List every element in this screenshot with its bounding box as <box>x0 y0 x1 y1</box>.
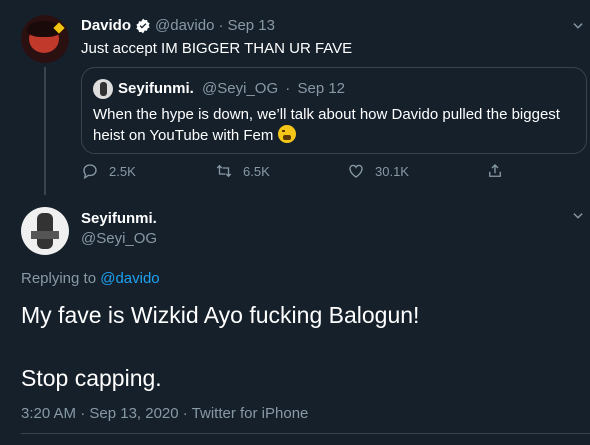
davido-avatar[interactable] <box>21 15 69 63</box>
retweet-count: 6.5K <box>243 163 270 179</box>
share-icon <box>489 164 501 177</box>
like-button[interactable]: 30.1K <box>347 162 409 180</box>
parent-tweet[interactable]: Davido @davido · Sep 13 Just accept IM B… <box>0 0 590 195</box>
replying-to-line: Replying to @davido <box>21 270 160 287</box>
retweet-button[interactable]: 6.5K <box>215 162 270 180</box>
focal-tweet: Seyifunmi. @Seyi_OG Replying to @davido … <box>0 195 590 445</box>
tweet-timestamp-source[interactable]: 3:20 AM · Sep 13, 2020 · Twitter for iPh… <box>21 405 308 422</box>
quoted-author-avatar <box>93 79 113 99</box>
chevron-down-icon[interactable] <box>571 19 585 33</box>
quoted-tweet-date: Sep 12 <box>297 80 346 97</box>
verified-badge-icon <box>136 18 150 33</box>
reply-button[interactable]: 2.5K <box>81 162 136 180</box>
author-handle[interactable]: @davido <box>155 17 214 34</box>
separator-dot: · <box>218 17 224 34</box>
reply-count: 2.5K <box>109 163 136 179</box>
weary-face-emoji-icon <box>277 125 296 143</box>
separator-dot: · <box>285 80 291 97</box>
parent-tweet-text: Just accept IM BIGGER THAN UR FAVE <box>81 40 353 57</box>
heart-icon <box>349 164 363 178</box>
quoted-author-handle: @Seyi_OG <box>202 80 279 97</box>
focal-tweet-text-line2: Stop capping. <box>21 365 162 391</box>
quoted-tweet-header: Seyifunmi. @Seyi_OG · Sep 12 <box>118 80 345 97</box>
quoted-tweet-text: When the hype is down, we’ll talk about … <box>93 106 560 144</box>
parent-tweet-header: Davido @davido · Sep 13 <box>81 17 275 34</box>
focal-author-name[interactable]: Seyifunmi. <box>81 210 157 227</box>
divider <box>21 433 590 434</box>
reply-icon <box>83 164 97 180</box>
share-button[interactable] <box>486 162 514 180</box>
chevron-down-icon[interactable] <box>571 209 585 223</box>
like-count: 30.1K <box>375 163 409 179</box>
thread-line <box>44 67 46 195</box>
quoted-tweet[interactable]: Seyifunmi. @Seyi_OG · Sep 12 When the hy… <box>81 67 587 154</box>
replying-to-link[interactable]: @davido <box>100 270 159 287</box>
retweet-icon <box>216 164 232 178</box>
replying-prefix: Replying to <box>21 270 97 287</box>
tweet-actions: 2.5K 6.5K 30.1K <box>81 162 511 184</box>
seyifunmi-avatar[interactable] <box>21 207 69 255</box>
quoted-tweet-text-block: When the hype is down, we’ll talk about … <box>93 105 578 146</box>
focal-tweet-text-line1: My fave is Wizkid Ayo fucking Balogun! <box>21 302 420 328</box>
author-name[interactable]: Davido <box>81 17 131 34</box>
quoted-author-name: Seyifunmi. <box>118 80 194 97</box>
focal-author-handle[interactable]: @Seyi_OG <box>81 230 157 247</box>
tweet-date[interactable]: Sep 13 <box>227 17 275 34</box>
